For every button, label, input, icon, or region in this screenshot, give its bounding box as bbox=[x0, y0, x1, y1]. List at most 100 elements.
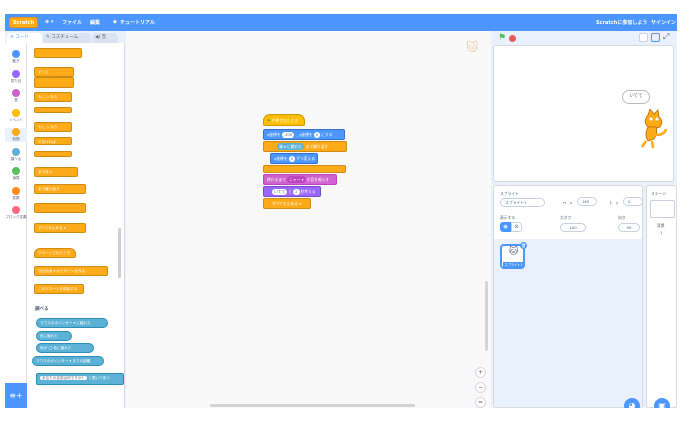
goto-y-input[interactable]: 0 bbox=[313, 132, 321, 138]
palette-block-if-end[interactable] bbox=[34, 107, 72, 113]
category-dot-icon bbox=[12, 167, 20, 175]
palette-block-ifelse[interactable]: もし ◇ なら bbox=[34, 122, 72, 132]
goto-x-input[interactable]: -200 bbox=[281, 132, 295, 138]
change-x-block[interactable]: x座標を 5 ずつ変える bbox=[270, 153, 318, 164]
category-2[interactable]: 音 bbox=[5, 89, 27, 103]
think-for-secs-block[interactable]: いててと 2 秒考える bbox=[263, 186, 321, 197]
palette-block-delete-clone[interactable]: このクローンを削除する bbox=[34, 284, 84, 294]
palette-block-stop-all[interactable]: すべてを止める ▾ bbox=[34, 223, 86, 233]
backdrop-label: 背景 bbox=[657, 223, 665, 228]
palette-block-create-clone[interactable]: 自分自身 ▾ のクローンを作る bbox=[34, 266, 108, 276]
scratch-logo[interactable]: Scratch bbox=[9, 17, 38, 28]
join-link[interactable]: Scratchに参加しよう bbox=[596, 19, 647, 26]
backdrop-thumbnail[interactable] bbox=[650, 200, 675, 218]
file-menu[interactable]: ファイル bbox=[62, 19, 82, 26]
category-6[interactable]: 演算 bbox=[5, 167, 27, 181]
category-menu: 動き見た目音イベント制御調べる演算変数ブロック定義 bbox=[5, 43, 27, 408]
show-label: 表示する bbox=[500, 215, 516, 220]
show-eye-icon[interactable]: ◉ bbox=[500, 222, 511, 232]
large-stage-icon[interactable] bbox=[651, 33, 660, 42]
workspace-scrollbar-horizontal[interactable] bbox=[210, 404, 415, 407]
think-text-input[interactable]: いてて bbox=[272, 189, 288, 195]
add-extension-button[interactable]: ≡+ bbox=[5, 383, 27, 408]
tab-code[interactable]: ≡ コード bbox=[7, 33, 42, 43]
editor-tabs: ≡ コード ✎ コスチューム ◀) 音 bbox=[5, 31, 125, 43]
add-sprite-button[interactable]: ◕ bbox=[624, 398, 640, 408]
sensing-header: 調べる bbox=[35, 307, 49, 312]
fullscreen-icon[interactable]: ⤢ bbox=[663, 33, 672, 42]
add-backdrop-button[interactable]: ▣ bbox=[654, 398, 670, 408]
cat-sprite[interactable] bbox=[640, 109, 670, 149]
palette-block-color-touching[interactable]: 色が ◯ 色に触れた bbox=[36, 343, 94, 353]
backdrop-count: 1 bbox=[660, 230, 663, 235]
delete-sprite-icon[interactable]: 🗑 bbox=[520, 242, 527, 249]
small-stage-icon[interactable] bbox=[639, 33, 648, 42]
stage-selector[interactable]: ステージ 背景 1 ▣ bbox=[646, 185, 677, 408]
x-input[interactable]: 165 bbox=[577, 197, 597, 206]
palette-block-distance[interactable]: マウスのポインター ▾ までの距離 bbox=[32, 356, 104, 366]
category-3[interactable]: イベント bbox=[5, 108, 27, 123]
category-8[interactable]: ブロック定義 bbox=[5, 206, 27, 220]
palette-block-repeat-until-end[interactable] bbox=[34, 203, 86, 213]
palette-block-wait-until[interactable]: まで待つ bbox=[34, 167, 78, 177]
ask-text[interactable]: あなたの名前は何ですか？ bbox=[40, 376, 88, 380]
category-label: 見た目 bbox=[10, 78, 22, 83]
palette-block-forever-end[interactable] bbox=[34, 77, 74, 88]
category-4[interactable]: 制御 bbox=[5, 128, 27, 142]
palette-block-when-cloned[interactable]: クローンされたとき bbox=[34, 248, 76, 258]
zoom-out-button[interactable]: − bbox=[475, 382, 486, 393]
stage-canvas[interactable]: いてて bbox=[493, 45, 674, 182]
palette-block-forever[interactable]: ずっと bbox=[34, 67, 74, 77]
when-flag-clicked-block[interactable]: ⚑ が押されたとき bbox=[263, 114, 305, 126]
palette-block-repeat-until[interactable]: まで繰り返す bbox=[34, 184, 86, 194]
block-flyout: ずっと もし ◇ なら もし ◇ なら でなければ まで待つ まで繰り返す すべ… bbox=[28, 43, 124, 408]
signin-link[interactable]: サインイン bbox=[651, 19, 676, 26]
goto-xy-block[interactable]: x座標を -200 、y座標を 0 にする bbox=[263, 129, 345, 140]
stage-title: ステージ bbox=[651, 191, 667, 196]
palette-block-ask[interactable]: あなたの名前は何ですか？ と聞いて待つ bbox=[36, 373, 124, 385]
zoom-reset-icon: = bbox=[477, 399, 484, 406]
script-workspace[interactable]: 🐱 ⚑ が押されたとき x座標を -200 、y座標を 0 にする 端 ▾ に触れた ま… bbox=[126, 31, 491, 408]
category-7[interactable]: 変数 bbox=[5, 186, 27, 201]
category-label: ブロック定義 bbox=[5, 215, 27, 219]
category-label: 調べる bbox=[10, 156, 22, 161]
change-x-input[interactable]: 5 bbox=[288, 156, 296, 162]
language-menu[interactable]: ⊕ ▾ bbox=[45, 19, 53, 25]
touching-edge-condition[interactable]: 端 ▾ に触れた bbox=[277, 143, 305, 150]
y-label: y bbox=[616, 200, 619, 205]
tutorials-icon[interactable]: ◆ bbox=[113, 19, 117, 25]
palette-block-ifelse-end[interactable] bbox=[34, 151, 72, 157]
repeat-until-block[interactable]: 端 ▾ に触れた まで繰り返す bbox=[263, 141, 347, 152]
category-label: イベント bbox=[9, 117, 23, 122]
zoom-reset-button[interactable]: = bbox=[475, 397, 486, 408]
sprite-name-input[interactable]: スプライト1 bbox=[500, 198, 545, 207]
palette-block-touching-color[interactable]: 色に触れた bbox=[36, 331, 72, 341]
play-sound-block[interactable]: 終わるまで ニャー ▾ の音を鳴らす bbox=[263, 174, 337, 185]
category-0[interactable]: 動き bbox=[5, 50, 27, 64]
category-5[interactable]: 調べる bbox=[5, 147, 27, 162]
sound-dropdown[interactable]: ニャー ▾ bbox=[286, 176, 306, 183]
palette-scrollbar[interactable] bbox=[118, 228, 121, 278]
tab-costumes[interactable]: ✎ コスチューム bbox=[43, 33, 91, 43]
sprite-thumbnail[interactable]: 🐱 スプライト1 🗑 bbox=[500, 242, 527, 269]
green-flag-icon[interactable]: ⚑ bbox=[498, 33, 506, 43]
zoom-in-button[interactable]: + bbox=[475, 367, 486, 378]
edit-menu[interactable]: 編集 bbox=[90, 19, 100, 26]
think-secs-input[interactable]: 2 bbox=[293, 189, 300, 195]
x-label: x bbox=[570, 200, 573, 205]
palette-block-if[interactable]: もし ◇ なら bbox=[34, 92, 72, 102]
hide-eye-icon[interactable]: ⊘ bbox=[511, 222, 522, 232]
stop-all-block[interactable]: すべてを止める ▾ bbox=[263, 198, 311, 209]
direction-input[interactable]: 90 bbox=[618, 223, 640, 232]
size-input[interactable]: 100 bbox=[560, 223, 586, 232]
stop-icon[interactable] bbox=[509, 35, 516, 42]
palette-block[interactable] bbox=[34, 48, 82, 58]
y-input[interactable]: 0 bbox=[623, 197, 643, 206]
palette-block-else[interactable]: でなければ bbox=[34, 137, 72, 145]
sprite-label: スプライト bbox=[500, 191, 519, 196]
category-1[interactable]: 見た目 bbox=[5, 69, 27, 84]
palette-block-touching[interactable]: マウスのポインター ▾ に触れた bbox=[36, 318, 108, 328]
workspace-scrollbar-vertical[interactable] bbox=[485, 281, 488, 351]
tab-sounds[interactable]: ◀) 音 bbox=[92, 33, 118, 43]
tutorials-menu[interactable]: チュートリアル bbox=[120, 19, 155, 26]
